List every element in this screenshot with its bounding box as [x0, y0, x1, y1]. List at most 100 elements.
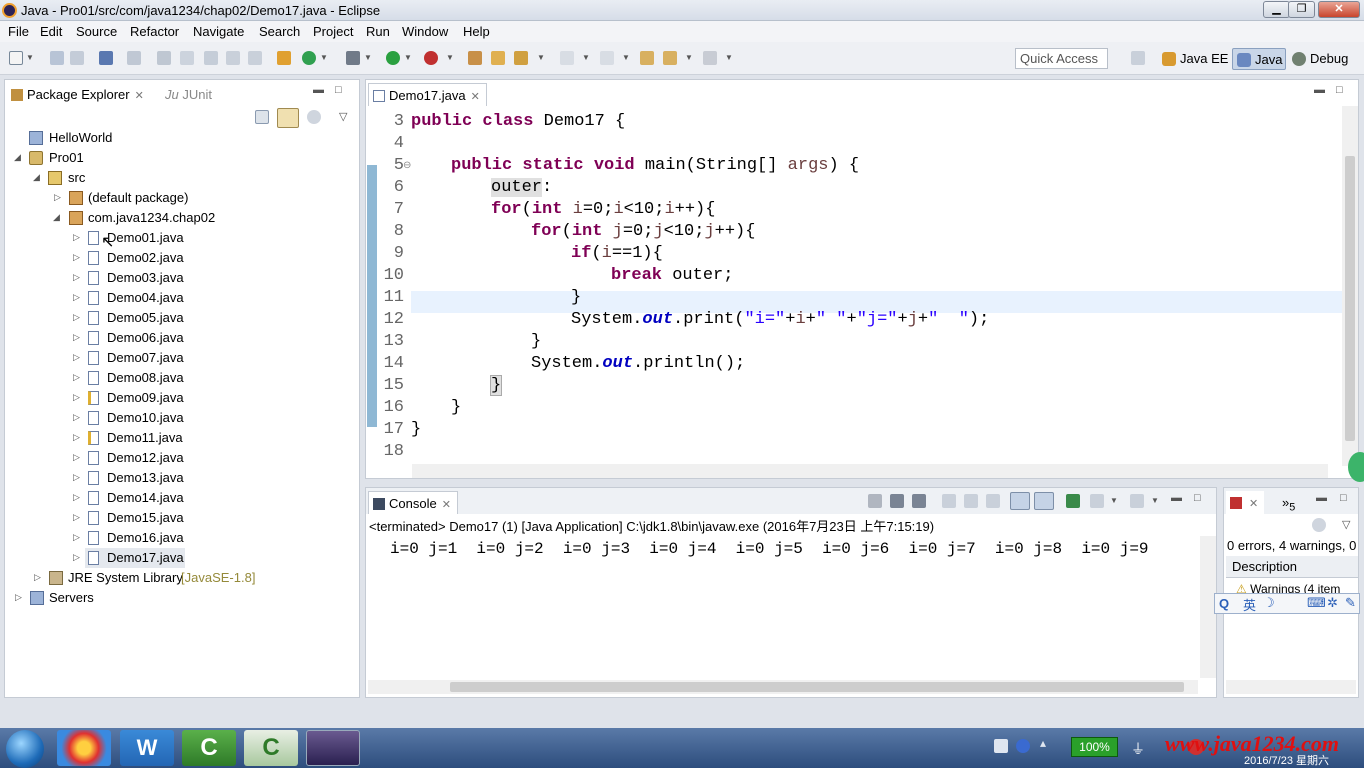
maximize-view-icon[interactable]: □ — [1340, 492, 1347, 504]
clock-date[interactable]: 2016/7/23 星期六 — [1244, 752, 1329, 768]
collapsed-arrow-icon[interactable]: ▷ — [73, 512, 80, 523]
collapsed-arrow-icon[interactable]: ▷ — [73, 472, 80, 483]
tree-item-pro01[interactable]: ◢ Pro01 — [5, 148, 355, 168]
menu-run[interactable]: Run — [366, 24, 390, 39]
minimize-view-icon[interactable]: ▬ — [1171, 492, 1182, 504]
view-menu-icon[interactable]: ▽ — [1342, 518, 1350, 531]
column-description[interactable]: Description — [1226, 556, 1358, 578]
save-all-icon[interactable] — [70, 51, 84, 65]
menu-window[interactable]: Window — [402, 24, 448, 39]
menu-source[interactable]: Source — [76, 24, 117, 39]
chevron-down-icon[interactable]: ▼ — [685, 53, 693, 62]
chevron-down-icon[interactable]: ▼ — [1110, 496, 1118, 505]
menu-refactor[interactable]: Refactor — [130, 24, 179, 39]
collapsed-arrow-icon[interactable]: ▷ — [73, 312, 80, 323]
maximize-view-icon[interactable]: □ — [335, 84, 342, 96]
close-icon[interactable]: ✕ — [442, 499, 451, 511]
view-menu-icon[interactable]: ▽ — [339, 110, 347, 123]
tree-item-default-package[interactable]: ▷ (default package) — [5, 188, 355, 208]
tree-item-file[interactable]: ▷ Demo05.java — [5, 308, 355, 328]
tree-item-package[interactable]: ◢ com.java1234.chap02 — [5, 208, 355, 228]
collapsed-arrow-icon[interactable]: ▷ — [73, 232, 80, 243]
tree-item-file[interactable]: ▷ Demo06.java — [5, 328, 355, 348]
open-console-icon[interactable] — [99, 51, 113, 65]
tray-icon[interactable] — [994, 739, 1008, 753]
expanded-arrow-icon[interactable]: ◢ — [14, 152, 21, 163]
tool-icon[interactable] — [204, 51, 218, 65]
tree-item-file[interactable]: ▷ Demo15.java — [5, 508, 355, 528]
collapsed-arrow-icon[interactable]: ▷ — [15, 592, 22, 603]
forward-arrow-icon[interactable] — [703, 51, 717, 65]
maximize-view-icon[interactable]: □ — [1194, 492, 1201, 504]
focus-icon[interactable] — [307, 110, 321, 124]
run-icon[interactable] — [386, 51, 400, 65]
tree-item-file[interactable]: ▷ Demo01.java — [5, 228, 355, 248]
collapsed-arrow-icon[interactable]: ▷ — [73, 552, 80, 563]
chevron-down-icon[interactable]: ▼ — [1151, 496, 1159, 505]
tab-console[interactable]: Console ✕ — [368, 491, 458, 514]
annotation-icon[interactable] — [600, 51, 614, 65]
close-icon[interactable]: ✕ — [135, 90, 144, 102]
collapsed-arrow-icon[interactable]: ▷ — [73, 252, 80, 263]
minimize-view-icon[interactable]: ▬ — [1314, 84, 1325, 96]
menu-help[interactable]: Help — [463, 24, 490, 39]
tree-item-file[interactable]: ▷ Demo14.java — [5, 488, 355, 508]
scroll-lock-icon[interactable] — [964, 494, 978, 508]
moon-icon[interactable]: ☽ — [1263, 595, 1275, 611]
tree-item-servers[interactable]: ▷ Servers — [5, 588, 355, 608]
edit-icon[interactable] — [180, 51, 194, 65]
tab-package-explorer[interactable]: Package Explorer ✕ — [7, 83, 150, 106]
tree-item-src[interactable]: ◢ src — [5, 168, 355, 188]
start-button-icon[interactable] — [6, 730, 44, 768]
eclipse-taskbar-icon[interactable] — [306, 730, 360, 766]
tree-item-file[interactable]: ▷ Demo13.java — [5, 468, 355, 488]
show-on-error-icon[interactable] — [1034, 492, 1054, 510]
perspective-java[interactable]: Java — [1232, 48, 1287, 70]
tree-item-file[interactable]: ▷ Demo07.java — [5, 348, 355, 368]
tray-expand-icon[interactable]: ▴ — [1040, 736, 1046, 750]
close-icon[interactable]: ✕ — [471, 91, 480, 103]
console-output[interactable]: i=0 j=1 i=0 j=2 i=0 j=3 i=0 j=4 i=0 j=5 … — [390, 540, 1149, 558]
tab-junit[interactable]: Ju JUnit — [157, 83, 218, 106]
collapsed-arrow-icon[interactable]: ▷ — [73, 272, 80, 283]
chevron-down-icon[interactable]: ▼ — [26, 53, 34, 62]
tab-problems[interactable]: ✕ — [1226, 491, 1265, 514]
scrollbar-thumb[interactable] — [1345, 156, 1355, 441]
expanded-arrow-icon[interactable]: ◢ — [33, 172, 40, 183]
camtasia-taskbar-icon[interactable]: C — [182, 730, 236, 766]
minimize-view-icon[interactable]: ▬ — [313, 84, 324, 96]
tab-demo17-java[interactable]: Demo17.java ✕ — [368, 83, 487, 106]
close-icon[interactable]: ✕ — [1249, 498, 1258, 510]
tree-item-file[interactable]: ▷ Demo11.java — [5, 428, 355, 448]
menu-navigate[interactable]: Navigate — [193, 24, 244, 39]
last-edit-icon[interactable] — [640, 51, 654, 65]
show-on-output-icon[interactable] — [1010, 492, 1030, 510]
collapsed-arrow-icon[interactable]: ▷ — [73, 432, 80, 443]
chevron-down-icon[interactable]: ▼ — [446, 53, 454, 62]
pin-console-icon[interactable] — [1066, 494, 1080, 508]
build-icon[interactable] — [157, 51, 171, 65]
perspective-debug[interactable]: Debug — [1288, 48, 1351, 70]
collapsed-arrow-icon[interactable]: ▷ — [73, 332, 80, 343]
minimize-button[interactable]: ▁ — [1263, 1, 1290, 18]
remove-launch-icon[interactable] — [890, 494, 904, 508]
collapsed-arrow-icon[interactable]: ▷ — [73, 532, 80, 543]
chevron-down-icon[interactable]: ▼ — [725, 53, 733, 62]
remove-all-icon[interactable] — [912, 494, 926, 508]
external-tools-icon[interactable] — [424, 51, 438, 65]
link-editor-icon[interactable] — [277, 108, 299, 128]
camtasia-recorder-taskbar-icon[interactable]: C — [244, 730, 298, 766]
menu-search[interactable]: Search — [259, 24, 300, 39]
fold-icon[interactable]: ⊖ — [403, 160, 411, 171]
problems-horizontal-scrollbar[interactable] — [1226, 680, 1356, 694]
collapsed-arrow-icon[interactable]: ▷ — [73, 412, 80, 423]
clear-console-icon[interactable] — [942, 494, 956, 508]
tree-item-helloworld[interactable]: HelloWorld — [5, 128, 355, 148]
new-package-icon[interactable] — [468, 51, 482, 65]
battery-indicator[interactable]: 100% — [1071, 737, 1118, 757]
collapsed-arrow-icon[interactable]: ▷ — [73, 452, 80, 463]
perspective-java-ee[interactable]: Java EE — [1158, 48, 1231, 70]
ime-mode[interactable]: 英 — [1243, 595, 1256, 614]
tree-item-file[interactable]: ▷ Demo04.java — [5, 288, 355, 308]
annotation-icon[interactable] — [560, 51, 574, 65]
